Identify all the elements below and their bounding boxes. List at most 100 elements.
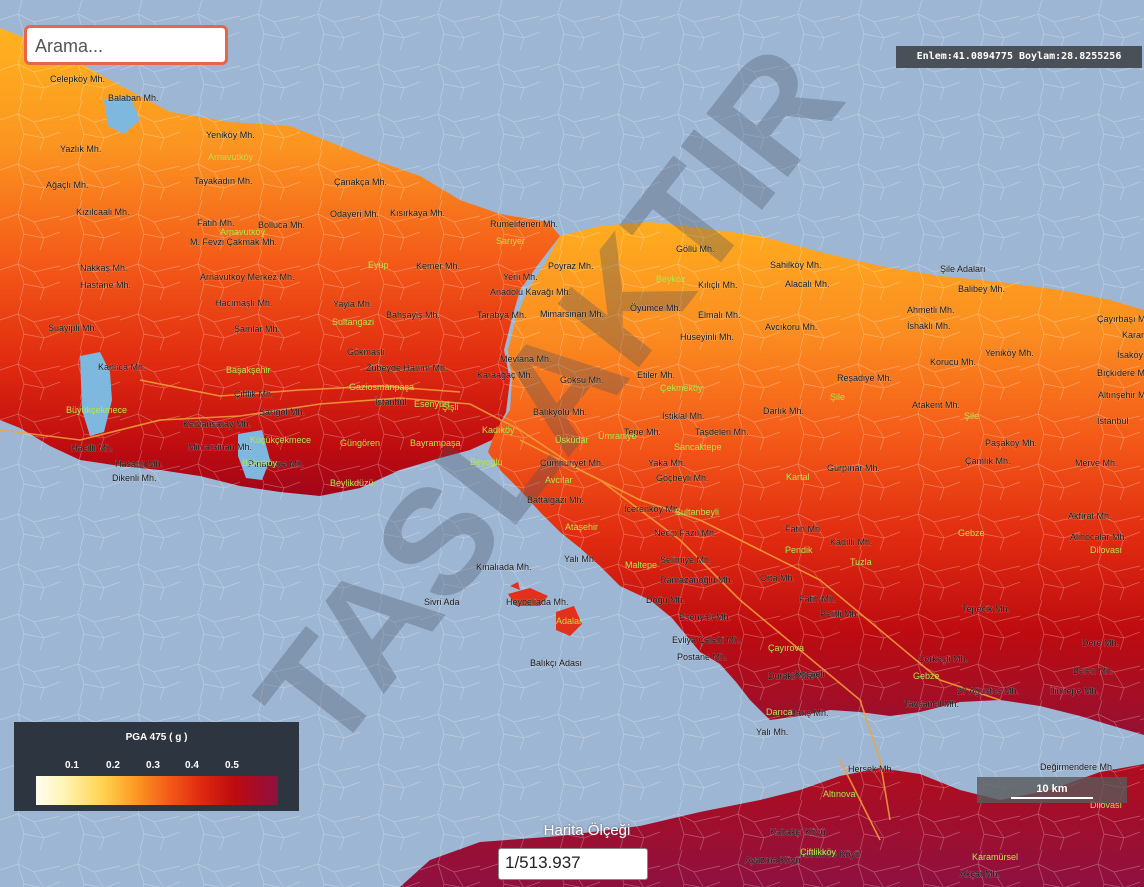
neighborhood-label: Odayeri Mh. (330, 209, 379, 219)
neighborhood-label: Reşadiye Mh. (837, 373, 892, 383)
district-label: Ümraniye (598, 431, 637, 441)
district-label: Altınova (823, 789, 856, 799)
neighborhood-label: Karaağaç Mh. (477, 370, 533, 380)
district-label: Büyükçekmece (66, 405, 127, 415)
neighborhood-label: Merve Mh. (1075, 458, 1118, 468)
map-scale-input[interactable]: 1/513.937 (498, 848, 648, 880)
neighborhood-label: Esenyalı Mh. (679, 612, 731, 622)
neighborhood-label: Celepköy Mh. (50, 74, 105, 84)
district-label: Gaziosmanpaşa (349, 382, 414, 392)
neighborhood-label: Cumhuriyet Mh. (540, 458, 604, 468)
neighborhood-label: Heybeliada Mh. (506, 597, 569, 607)
neighborhood-label: Belen Mh. (1073, 666, 1114, 676)
district-label: Şişli (442, 402, 459, 412)
neighborhood-label: Alihocalar Mh. (1070, 532, 1127, 542)
neighborhood-label: Bolluca Mh. (258, 220, 305, 230)
neighborhood-label: Gürpınar Mh. (827, 463, 880, 473)
neighborhood-label: Çanakça Mh. (334, 177, 387, 187)
district-label: Güngören (340, 438, 380, 448)
scale-bar: 10 km (977, 777, 1127, 803)
district-label: Darıca (766, 707, 793, 717)
neighborhood-label: Gökmaslı (347, 347, 385, 357)
neighborhood-label: Ahmetli Mh. (907, 305, 955, 315)
neighborhood-label: Kemer Mh. (416, 261, 460, 271)
neighborhood-label: Rumelifeneri Mh. (490, 219, 558, 229)
neighborhood-label: Akçat Mh. (960, 869, 1000, 879)
district-label: Başakşehir (226, 365, 271, 375)
legend-tick: 0.1 (65, 760, 79, 771)
legend-tick: 0.5 (225, 760, 239, 771)
neighborhood-label: Şile Adaları (940, 264, 986, 274)
neighborhood-label: Öyümce Mh. (630, 303, 681, 313)
neighborhood-label: Arnavutköy Merkez Mh. (200, 272, 295, 282)
neighborhood-label: Mimarsinan Mh. (188, 442, 252, 452)
neighborhood-label: Anadolu Kavağı Mh. (490, 287, 571, 297)
district-label: Karamürsel (972, 852, 1018, 862)
neighborhood-label: Tepecik Mh. (962, 604, 1010, 614)
neighborhood-label: Mevlana Mh. (500, 354, 552, 364)
legend-color-bar (36, 776, 278, 805)
district-label: Şile (964, 411, 979, 421)
scale-bar-label: 10 km (1036, 783, 1068, 795)
neighborhood-label: Kınalıada Mh. (476, 562, 532, 572)
neighborhood-label: Hacıllı Mh. (71, 443, 114, 453)
neighborhood-label: Çamlık Mh. (965, 456, 1011, 466)
neighborhood-label: Yayla Mh. (333, 299, 372, 309)
neighborhood-label: Değirmendere Mh. (1040, 762, 1115, 772)
neighborhood-label: Çerkeşli Mh. (918, 654, 968, 664)
neighborhood-label: İstiklal Mh. (662, 411, 705, 421)
district-label: Üsküdar (555, 435, 589, 445)
district-label: Arnavutköy (208, 152, 254, 162)
district-label: Ataşehir (565, 522, 598, 532)
neighborhood-label: İshaklı Mh. (907, 321, 951, 331)
neighborhood-label: Nakkaş Mh. (80, 263, 128, 273)
neighborhood-label: Selimiye Mh. (660, 555, 712, 565)
neighborhood-label: İstanbul (375, 397, 407, 407)
neighborhood-label: Yalı Mh. (756, 727, 788, 737)
neighborhood-label: Poyraz Mh. (548, 261, 594, 271)
neighborhood-label: Yazlık Mh. (60, 144, 101, 154)
district-label: Kadıköy (482, 425, 515, 435)
neighborhood-label: Balaban Mh. (108, 93, 159, 103)
neighborhood-label: Yalı Mh. (564, 554, 596, 564)
scale-bar-line (1011, 797, 1093, 799)
neighborhood-label: Balıkyolu Mh. (533, 407, 587, 417)
neighborhood-label: Postane Mh. (677, 652, 728, 662)
neighborhood-label: Tavşancıl Mh. (904, 699, 959, 709)
district-label: Arnavutköy (220, 227, 266, 237)
neighborhood-label: Bahşayiş Mh. (386, 310, 440, 320)
district-label: Adalar (556, 616, 582, 626)
district-label: Pendik (785, 545, 813, 555)
district-label: Tuzla (850, 557, 872, 567)
neighborhood-label: Şamlar Mh. (234, 324, 280, 334)
district-label: Bayrampaşa (410, 438, 461, 448)
neighborhood-label: Yeniköy Mh. (985, 348, 1034, 358)
neighborhood-label: Balıkçı Adası (530, 658, 582, 668)
neighborhood-label: Ramazanoğlu Mh. (660, 575, 733, 585)
neighborhood-label: Kanlıca Mh. (98, 362, 146, 372)
neighborhood-label: Pelitli Mh. (820, 609, 859, 619)
neighborhood-label: Yeniköy Mh. (206, 130, 255, 140)
neighborhood-label: Battalgazi Mh. (527, 495, 584, 505)
neighborhood-label: M. Fevzi Çakmak Mh. (190, 237, 277, 247)
neighborhood-label: Yeni Mh. (503, 272, 538, 282)
district-label: Bakırköy (242, 458, 278, 468)
legend-title: PGA 475 ( g ) (125, 732, 188, 743)
neighborhood-label: Sarıgöl Mh. (259, 407, 305, 417)
district-label: Şile (830, 392, 845, 402)
map-scale-label: Harita Ölçeği (543, 822, 631, 839)
neighborhood-label: Kılıçlı Mh. (698, 280, 738, 290)
district-label: Kartal (786, 472, 810, 482)
neighborhood-label: Çiftlik Mh. (234, 389, 274, 399)
neighborhood-label: İsaköy (1117, 350, 1144, 360)
legend-tick: 0.4 (185, 760, 199, 771)
district-label: Maltepe (625, 560, 657, 570)
search-input[interactable] (33, 30, 223, 62)
district-label: Sancaktepe (674, 442, 722, 452)
district-label: Beykoz (656, 274, 686, 284)
neighborhood-label: Dikenli Mh. (112, 473, 157, 483)
search-box[interactable] (24, 25, 228, 65)
district-label: Çekmeköy (660, 383, 703, 393)
neighborhood-label: Elmalı Mh. (698, 310, 741, 320)
neighborhood-label: Çayırbaşı Mh. (1097, 314, 1144, 324)
